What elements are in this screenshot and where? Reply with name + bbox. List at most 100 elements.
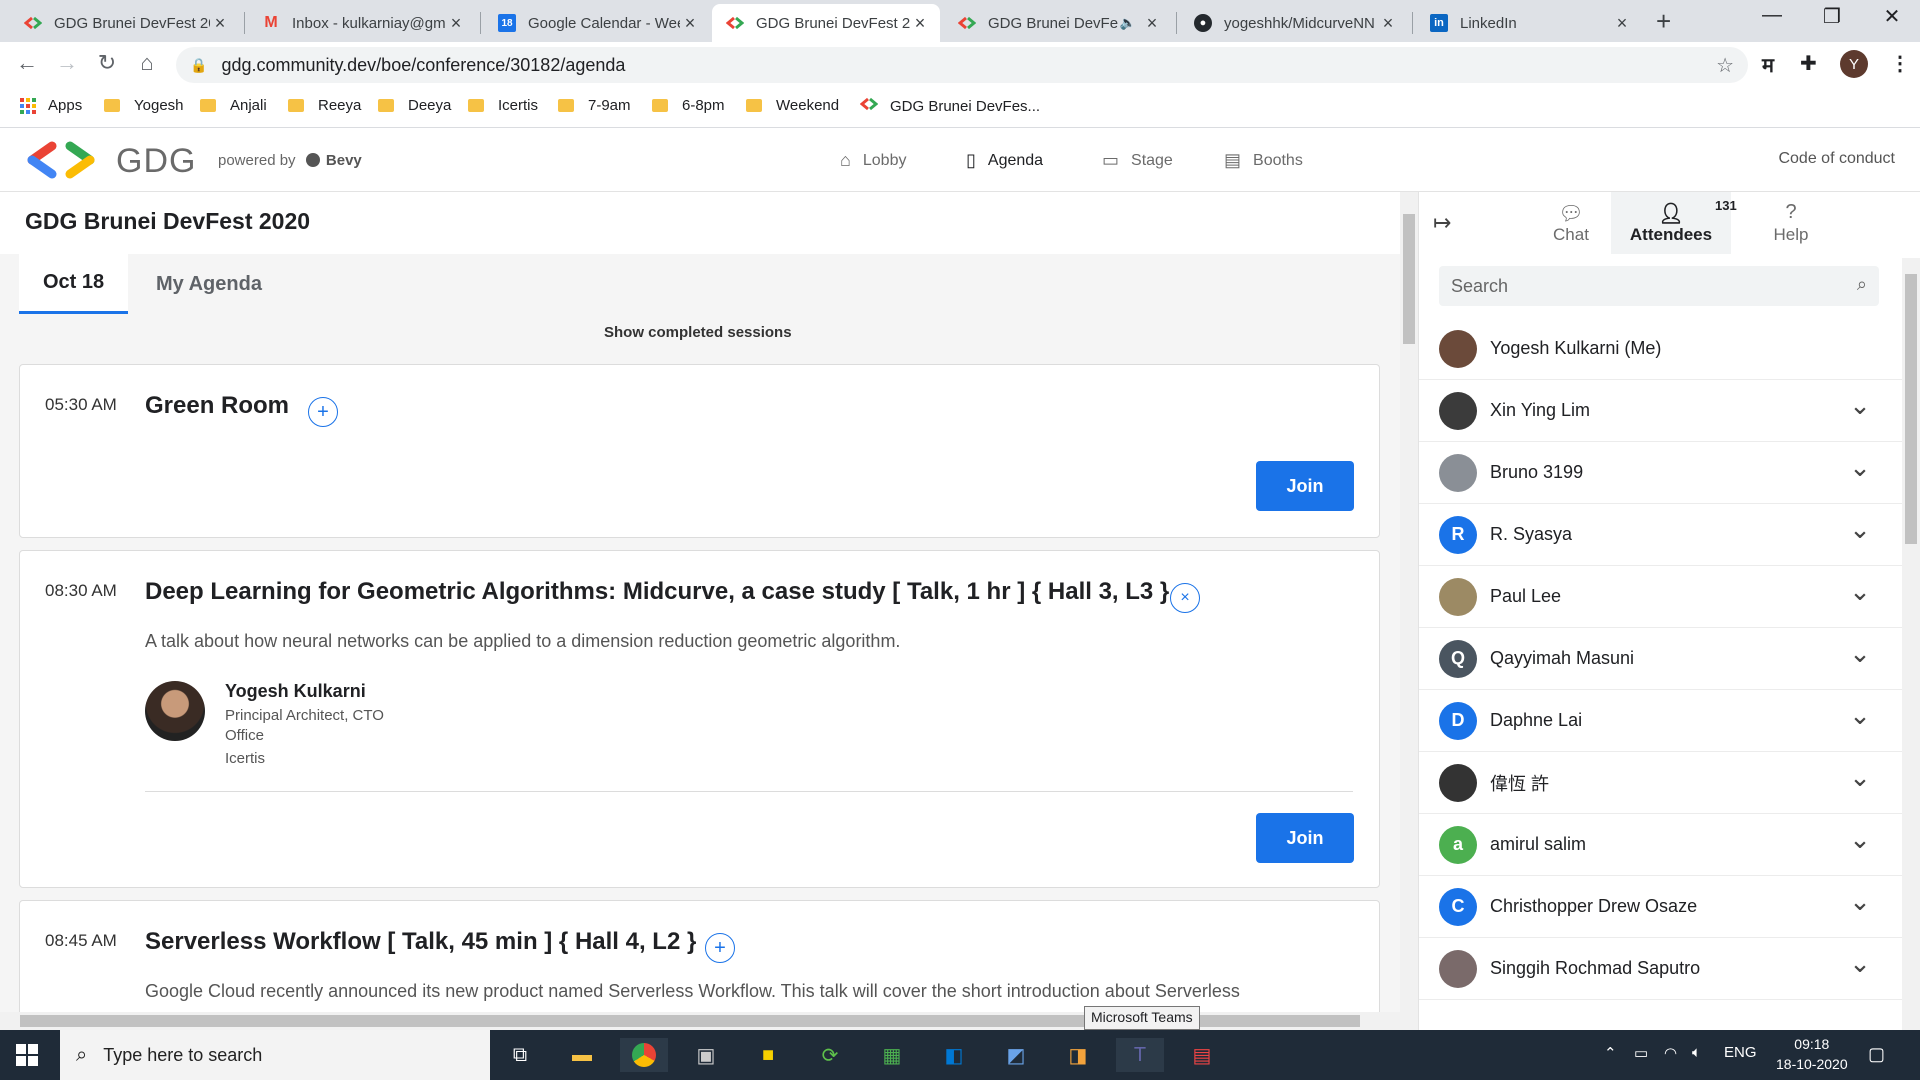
sidebar-scrollbar[interactable]: [1902, 258, 1920, 1030]
battery-icon[interactable]: ▭: [1634, 1044, 1648, 1062]
close-icon[interactable]: ×: [1612, 13, 1632, 34]
add-to-agenda-icon[interactable]: +: [705, 933, 735, 963]
join-button[interactable]: Join: [1256, 461, 1354, 511]
join-button[interactable]: Join: [1256, 813, 1354, 863]
bookmark-star-icon[interactable]: ☆: [1716, 53, 1734, 78]
attendee-row[interactable]: a amirul salim ⌄: [1419, 814, 1902, 876]
close-icon[interactable]: ×: [210, 13, 230, 34]
reload-icon[interactable]: ↻: [92, 50, 122, 76]
speaker-name[interactable]: Yogesh Kulkarni: [225, 681, 366, 702]
terminal-icon[interactable]: ▣: [682, 1038, 730, 1072]
tab-my-agenda[interactable]: My Agenda: [132, 254, 286, 314]
wifi-icon[interactable]: ◠: [1664, 1044, 1677, 1062]
windows-start-icon[interactable]: [16, 1044, 38, 1066]
agenda-scrollbar[interactable]: [1400, 192, 1418, 1030]
sticky-notes-icon[interactable]: ■: [744, 1038, 792, 1072]
browser-tab[interactable]: ● yogeshhk/MidcurveNN ×: [1180, 4, 1408, 42]
browser-tab[interactable]: in LinkedIn ×: [1416, 4, 1642, 42]
bookmark-folder[interactable]: 7-9am: [558, 97, 631, 114]
maximize-icon[interactable]: ❐: [1812, 4, 1852, 29]
bookmark-apps[interactable]: Apps: [20, 97, 82, 114]
profile-avatar[interactable]: Y: [1840, 50, 1868, 78]
taskbar-search[interactable]: ⌕ Type here to search: [60, 1030, 490, 1080]
bookmark-folder[interactable]: Yogesh: [104, 97, 184, 114]
language-indicator[interactable]: ENG: [1724, 1044, 1757, 1061]
pdf-icon[interactable]: ▤: [1178, 1038, 1226, 1072]
bookmark-folder[interactable]: Reeya: [288, 97, 361, 114]
extension-icon[interactable]: म: [1762, 51, 1774, 78]
home-icon[interactable]: ⌂: [132, 50, 162, 76]
sync-icon[interactable]: ⟳: [806, 1038, 854, 1072]
nav-agenda[interactable]: ▯ Agenda: [966, 150, 1043, 171]
chevron-down-icon[interactable]: ⌄: [1845, 516, 1875, 542]
close-icon[interactable]: ×: [910, 13, 930, 34]
outlook-icon[interactable]: ◧: [930, 1038, 978, 1072]
nav-booths[interactable]: ▤ Booths: [1224, 150, 1303, 171]
chevron-down-icon[interactable]: ⌄: [1845, 578, 1875, 604]
browser-tab[interactable]: 18 Google Calendar - Wee ×: [484, 4, 710, 42]
new-tab-button[interactable]: +: [1656, 6, 1671, 37]
speaker-icon[interactable]: 🔈: [1120, 15, 1136, 31]
attendee-row[interactable]: Q Qayyimah Masuni ⌄: [1419, 628, 1902, 690]
menu-kebab-icon[interactable]: ⋮: [1890, 51, 1910, 76]
forward-icon[interactable]: →: [52, 50, 82, 76]
tab-help[interactable]: ? Help: [1731, 192, 1851, 254]
attendee-row[interactable]: Xin Ying Lim ⌄: [1419, 380, 1902, 442]
attendee-search-input[interactable]: Search ⌕: [1439, 266, 1879, 306]
app-icon[interactable]: ◩: [992, 1038, 1040, 1072]
bookmark-link[interactable]: GDG Brunei DevFes...: [859, 97, 1040, 115]
chevron-down-icon[interactable]: ⌄: [1845, 888, 1875, 914]
show-hidden-icons[interactable]: ⌃: [1604, 1044, 1617, 1062]
remove-from-agenda-icon[interactable]: ×: [1170, 583, 1200, 613]
tab-attendees[interactable]: 👤︎ Attendees: [1611, 192, 1731, 254]
nav-lobby[interactable]: ⌂ Lobby: [840, 150, 906, 171]
bookmark-folder[interactable]: Weekend: [746, 97, 839, 114]
scrollbar-thumb[interactable]: [1403, 214, 1415, 344]
chevron-down-icon[interactable]: ⌄: [1845, 950, 1875, 976]
back-icon[interactable]: ←: [12, 50, 42, 76]
clock[interactable]: 09:18 18-10-2020: [1776, 1034, 1848, 1074]
chrome-icon[interactable]: [620, 1038, 668, 1072]
notifications-icon[interactable]: ▢: [1868, 1044, 1885, 1065]
browser-tab[interactable]: GDG Brunei DevFe 🔈 ×: [944, 4, 1172, 42]
volume-icon[interactable]: 🔈︎: [1692, 1044, 1701, 1061]
scrollbar-thumb[interactable]: [1905, 274, 1917, 544]
speaker-avatar[interactable]: [145, 681, 205, 741]
attendee-row[interactable]: Yogesh Kulkarni (Me): [1419, 318, 1902, 380]
lock-icon[interactable]: 🔒: [190, 57, 207, 74]
chevron-down-icon[interactable]: ⌄: [1845, 392, 1875, 418]
task-view-icon[interactable]: ⧉: [496, 1038, 544, 1072]
attendee-row[interactable]: C Christhopper Drew Osaze ⌄: [1419, 876, 1902, 938]
file-explorer-icon[interactable]: ▬: [558, 1038, 606, 1072]
attendee-row[interactable]: D Daphne Lai ⌄: [1419, 690, 1902, 752]
close-icon[interactable]: ×: [680, 13, 700, 34]
bookmark-folder[interactable]: Icertis: [468, 97, 538, 114]
close-icon[interactable]: ×: [1378, 13, 1398, 34]
app-icon[interactable]: ▦: [868, 1038, 916, 1072]
chevron-down-icon[interactable]: ⌄: [1845, 702, 1875, 728]
add-to-agenda-icon[interactable]: +: [308, 397, 338, 427]
browser-tab[interactable]: M Inbox - kulkarniay@gm ×: [248, 4, 476, 42]
chevron-down-icon[interactable]: ⌄: [1845, 826, 1875, 852]
attendee-row[interactable]: 偉恆 許 ⌄: [1419, 752, 1902, 814]
minimize-icon[interactable]: —: [1752, 4, 1792, 27]
app-icon[interactable]: ◨: [1054, 1038, 1102, 1072]
window-close-icon[interactable]: ✕: [1872, 4, 1912, 29]
close-icon[interactable]: ×: [1142, 13, 1162, 34]
attendee-row[interactable]: R R. Syasya ⌄: [1419, 504, 1902, 566]
close-icon[interactable]: ×: [446, 13, 466, 34]
browser-tab[interactable]: GDG Brunei DevFest 20 ×: [10, 4, 240, 42]
collapse-sidebar-icon[interactable]: ↦: [1433, 210, 1451, 236]
bookmark-folder[interactable]: Deeya: [378, 97, 451, 114]
search-icon[interactable]: ⌕: [1857, 274, 1867, 295]
bookmark-folder[interactable]: Anjali: [200, 97, 267, 114]
attendee-row[interactable]: Singgih Rochmad Saputro ⌄: [1419, 938, 1902, 1000]
chevron-down-icon[interactable]: ⌄: [1845, 764, 1875, 790]
bookmark-folder[interactable]: 6-8pm: [652, 97, 725, 114]
chevron-down-icon[interactable]: ⌄: [1845, 454, 1875, 480]
chevron-down-icon[interactable]: ⌄: [1845, 640, 1875, 666]
extensions-puzzle-icon[interactable]: ✚: [1800, 51, 1817, 76]
tab-oct-18[interactable]: Oct 18: [19, 254, 129, 314]
attendee-row[interactable]: Bruno 3199 ⌄: [1419, 442, 1902, 504]
attendee-row[interactable]: Paul Lee ⌄: [1419, 566, 1902, 628]
